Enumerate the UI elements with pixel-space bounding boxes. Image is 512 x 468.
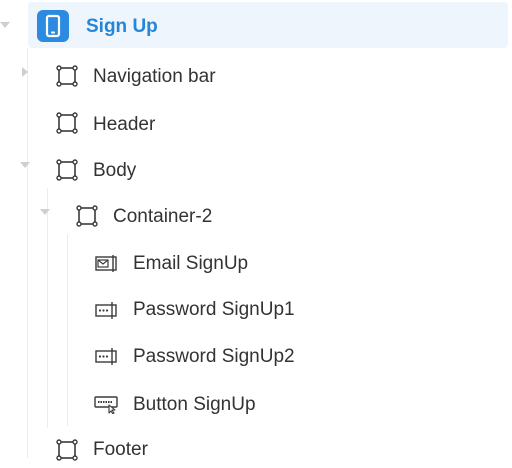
tree-item-sign-up[interactable]: Sign Up [0,0,512,48]
tree-item-label: Sign Up [86,16,158,37]
tree-item-label: Navigation bar [93,66,216,87]
collapse-caret-icon[interactable] [40,209,50,215]
layer-tree: Sign Up Navigation bar Header Body Conta… [0,0,512,468]
tree-item-email-signup[interactable]: Email SignUp [0,242,512,286]
container-frame-icon [56,112,78,134]
tree-item-container-2[interactable]: Container-2 [0,195,512,239]
container-frame-icon [56,159,78,181]
collapse-caret-icon[interactable] [20,162,30,168]
tree-item-label: Email SignUp [133,253,249,274]
tree-item-password-signup2[interactable]: Password SignUp2 [0,335,512,379]
button-widget-icon [94,394,120,414]
password-input-icon [95,347,119,367]
container-frame-icon [56,439,78,461]
email-input-icon [95,254,119,274]
tree-item-label: Button SignUp [133,394,256,415]
tree-item-footer[interactable]: Footer [0,428,512,468]
password-input-icon [95,301,119,321]
tree-item-label: Container-2 [113,206,213,227]
tree-item-label: Footer [93,439,148,460]
tree-item-navigation-bar[interactable]: Navigation bar [0,55,512,99]
tree-item-body[interactable]: Body [0,148,512,192]
container-frame-icon [56,65,78,87]
tree-item-label: Body [93,160,137,181]
tree-item-header[interactable]: Header [0,102,512,146]
expand-caret-icon[interactable] [22,67,28,77]
tree-item-button-signup[interactable]: Button SignUp [0,382,512,426]
tree-item-label: Password SignUp1 [133,299,295,320]
tree-item-password-signup1[interactable]: Password SignUp1 [0,288,512,332]
collapse-caret-icon[interactable] [0,22,10,28]
container-frame-icon [76,205,98,227]
tree-item-label: Header [93,114,156,135]
mobile-page-icon [37,10,69,42]
tree-item-label: Password SignUp2 [133,346,295,367]
